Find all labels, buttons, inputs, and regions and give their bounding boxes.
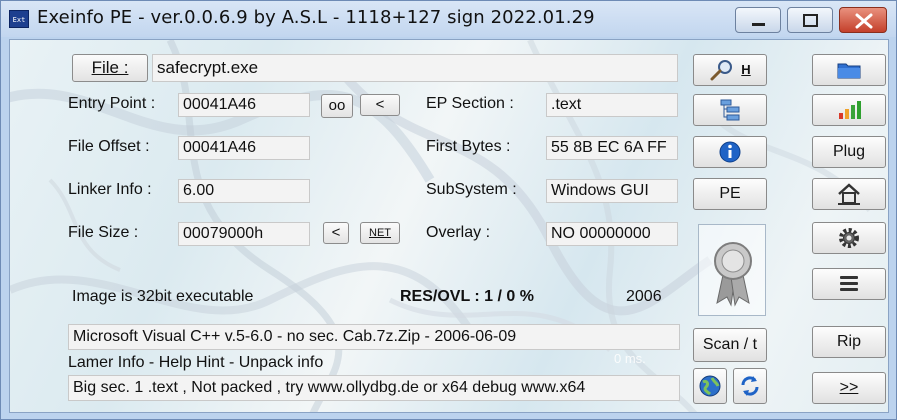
title-bar[interactable]: Ext Exeinfo PE - ver.0.0.6.9 by A.S.L - …	[1, 1, 896, 37]
magnifier-icon	[710, 59, 733, 81]
ep-section-label: EP Section :	[426, 95, 514, 112]
file-button[interactable]: File :	[72, 54, 148, 82]
home-icon	[838, 183, 860, 205]
refresh-icon	[741, 375, 759, 396]
file-name-field[interactable]: safecrypt.exe	[152, 54, 678, 82]
menu-lines-icon	[840, 275, 858, 291]
first-bytes-label: First Bytes :	[426, 138, 511, 155]
menu-button[interactable]	[812, 268, 886, 300]
close-button[interactable]	[839, 7, 887, 33]
hint-field[interactable]: Big sec. 1 .text , Not packed , try www.…	[68, 375, 680, 401]
ep-section-field[interactable]: .text	[546, 93, 678, 117]
linker-info-field[interactable]: 6.00	[178, 179, 310, 203]
award-ribbon-icon	[714, 242, 752, 307]
window-title: Exeinfo PE - ver.0.0.6.9 by A.S.L - 1118…	[37, 7, 595, 28]
search-hotkey-label: H	[741, 62, 751, 77]
time-ms-text: 0 ms.	[614, 351, 646, 366]
web-button[interactable]	[693, 368, 727, 404]
app-icon: Ext	[9, 10, 29, 28]
more-button-label: >>	[839, 379, 859, 396]
file-size-field[interactable]: 00079000h	[178, 222, 310, 246]
statistics-button[interactable]	[812, 94, 886, 126]
image-type-text: Image is 32bit executable	[72, 288, 254, 305]
refresh-button[interactable]	[733, 368, 767, 404]
entry-point-field[interactable]: 00041A46	[178, 93, 310, 117]
info-icon	[719, 141, 741, 163]
file-offset-label: File Offset :	[68, 138, 150, 155]
plug-button[interactable]: Plug	[812, 136, 886, 168]
search-button[interactable]: H	[693, 54, 767, 86]
home-button[interactable]	[812, 178, 886, 210]
detection-field[interactable]: Microsoft Visual C++ v.5-6.0 - no sec. C…	[68, 324, 680, 350]
open-folder-button[interactable]	[812, 54, 886, 86]
about-button[interactable]	[693, 136, 767, 168]
lamer-info-label: Lamer Info - Help Hint - Unpack info	[68, 354, 324, 371]
overlay-label: Overlay :	[426, 224, 491, 241]
net-button[interactable]: NET	[360, 222, 400, 244]
maximize-icon	[803, 14, 818, 27]
options-button[interactable]	[812, 222, 886, 254]
subsystem-label: SubSystem :	[426, 181, 517, 198]
file-offset-field[interactable]: 00041A46	[178, 136, 310, 160]
bar-chart-icon	[839, 100, 861, 119]
rip-button[interactable]: Rip	[812, 326, 886, 358]
res-ovl-text: RES/OVL : 1 / 0 %	[400, 288, 534, 305]
folder-icon	[837, 63, 861, 79]
entry-point-label: Entry Point :	[68, 95, 156, 112]
certificate-panel	[698, 224, 766, 316]
close-icon	[855, 13, 873, 29]
first-bytes-field[interactable]: 55 8B EC 6A FF	[546, 136, 678, 160]
minimize-button[interactable]	[735, 7, 781, 33]
scan-button[interactable]: Scan / t	[693, 328, 767, 362]
rip-button-label: Rip	[836, 333, 861, 350]
maximize-button[interactable]	[787, 7, 833, 33]
file-size-label: File Size :	[68, 224, 139, 241]
overlay-field[interactable]: NO 00000000	[546, 222, 678, 246]
main-window: Ext Exeinfo PE - ver.0.0.6.9 by A.S.L - …	[0, 0, 897, 420]
oo-button[interactable]: oo	[321, 94, 353, 118]
section-viewer-button[interactable]	[693, 94, 767, 126]
net-button-label: NET	[369, 227, 391, 239]
plug-button-label: Plug	[832, 143, 866, 160]
gear-icon	[839, 227, 859, 248]
tree-list-icon	[720, 99, 740, 121]
year-text: 2006	[626, 288, 662, 305]
linker-info-label: Linker Info :	[68, 181, 152, 198]
globe-icon	[699, 375, 721, 397]
pe-button[interactable]: PE	[693, 178, 767, 210]
entry-point-lt-button[interactable]: <	[360, 94, 400, 116]
more-button[interactable]: >>	[812, 372, 886, 404]
subsystem-field[interactable]: Windows GUI	[546, 179, 678, 203]
file-size-lt-button[interactable]: <	[323, 222, 349, 244]
minimize-icon	[752, 23, 765, 26]
file-button-label: File :	[91, 58, 129, 77]
client-area: File : safecrypt.exe Entry Point : 00041…	[9, 39, 889, 413]
